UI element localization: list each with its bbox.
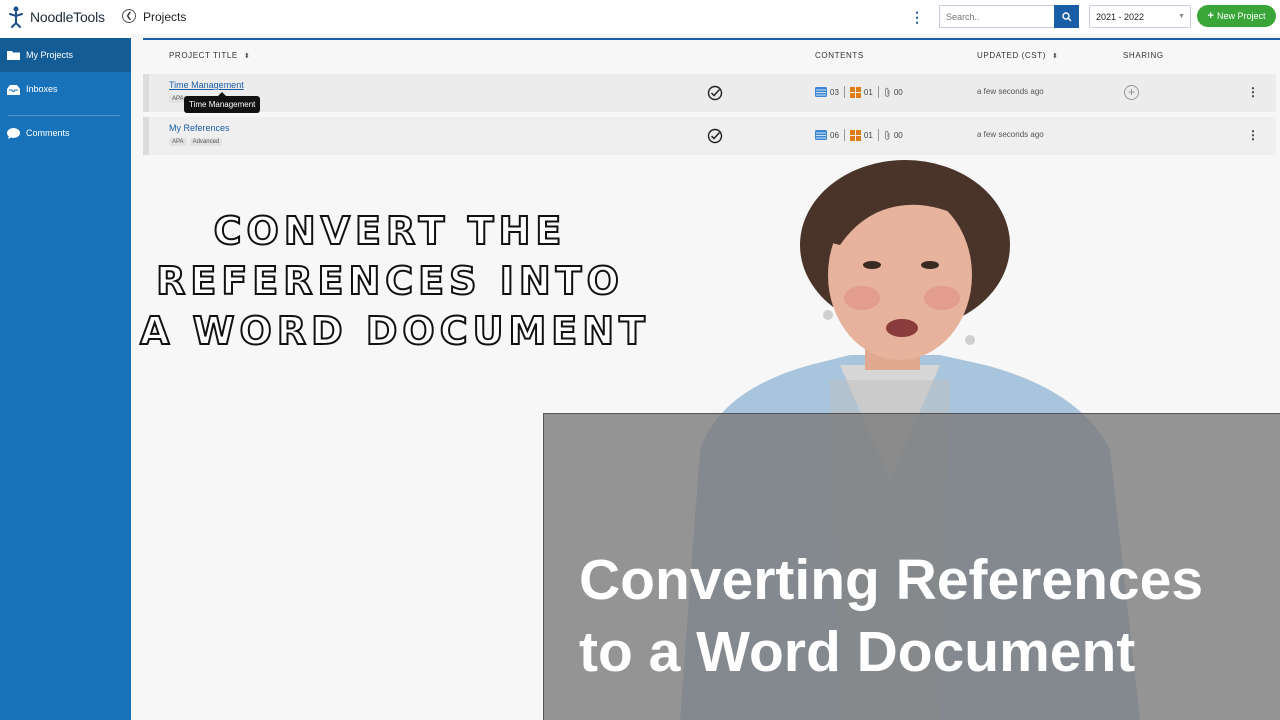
project-contents: 06 01 00 xyxy=(815,129,903,141)
column-header-title[interactable]: PROJECT TITLE ⬍ xyxy=(169,51,250,60)
sources-count: 06 xyxy=(830,130,839,140)
project-tags: APA Advanced xyxy=(169,138,223,146)
more-options-icon[interactable]: ⋮ xyxy=(910,9,924,25)
new-project-button[interactable]: + New Project xyxy=(1197,5,1276,27)
headline-line: CONVERT THE xyxy=(213,208,567,254)
caption-line: Converting References xyxy=(579,548,1204,612)
lower-third-caption: Converting References to a Word Document xyxy=(543,413,1280,720)
updated-time: a few seconds ago xyxy=(977,130,1044,139)
paperclip-icon xyxy=(884,130,890,140)
sidebar-item-my-projects[interactable]: My Projects xyxy=(0,38,131,72)
divider xyxy=(877,86,879,98)
plus-icon: + xyxy=(1207,10,1214,22)
sort-icon[interactable]: ⬍ xyxy=(244,53,250,60)
search-icon xyxy=(1061,11,1071,21)
column-header-label: UPDATED (CST) xyxy=(977,51,1046,60)
column-header-updated[interactable]: UPDATED (CST) ⬍ xyxy=(977,51,1058,60)
divider xyxy=(877,129,879,141)
sidebar-item-label: Inboxes xyxy=(26,84,58,94)
column-header-label: PROJECT TITLE xyxy=(169,51,238,60)
add-share-icon[interactable]: + xyxy=(1124,85,1139,100)
header-divider xyxy=(143,38,1280,40)
divider xyxy=(843,129,845,141)
new-project-label: New Project xyxy=(1216,11,1266,21)
notecards-count: 01 xyxy=(863,130,873,140)
chevron-down-icon: ▼ xyxy=(1178,13,1185,20)
folder-icon xyxy=(6,49,20,61)
notecards-icon xyxy=(849,86,861,98)
app-logo[interactable]: NoodleTools xyxy=(6,4,105,30)
column-header-contents: CONTENTS xyxy=(815,51,864,60)
top-bar: NoodleTools ❮ Projects ⋮ 2021 - 2022 ▼ +… xyxy=(0,0,1280,34)
search-input[interactable] xyxy=(939,5,1055,28)
comment-icon xyxy=(6,127,20,139)
check-circle-icon[interactable] xyxy=(707,128,723,144)
table-row[interactable]: Time Management APA 03 01 00 a few secon… xyxy=(143,74,1276,112)
attachments-count: 00 xyxy=(893,87,903,97)
page-title: Projects xyxy=(143,10,187,24)
row-indicator xyxy=(143,117,149,155)
row-options-icon[interactable]: ⋮ xyxy=(1247,128,1259,142)
row-options-icon[interactable]: ⋮ xyxy=(1247,85,1259,99)
tag-badge: Advanced xyxy=(189,138,223,146)
sources-icon xyxy=(815,130,827,140)
caption-line: to a Word Document xyxy=(579,620,1136,684)
attachments-count: 00 xyxy=(893,130,903,140)
year-select[interactable]: 2021 - 2022 ▼ xyxy=(1089,5,1191,28)
app-name: NoodleTools xyxy=(30,9,105,25)
noodletools-logo-icon xyxy=(9,6,23,28)
inbox-icon xyxy=(6,83,20,95)
notecards-icon xyxy=(849,129,861,141)
headline-line: A WORD DOCUMENT xyxy=(139,308,650,354)
project-title-link[interactable]: My References xyxy=(169,123,230,133)
collapse-sidebar-icon[interactable]: ❮ xyxy=(122,9,136,23)
caption-text: Converting References to a Word Document xyxy=(579,544,1203,688)
paperclip-icon xyxy=(884,87,890,97)
notecards-count: 01 xyxy=(863,87,873,97)
search-button[interactable] xyxy=(1054,5,1079,28)
tooltip: Time Management xyxy=(184,92,261,113)
headline-line: REFERENCES INTO xyxy=(155,258,624,304)
sidebar-item-label: My Projects xyxy=(26,50,74,60)
divider xyxy=(843,86,845,98)
sidebar-item-label: Comments xyxy=(26,128,70,138)
sidebar-item-comments[interactable]: Comments xyxy=(0,116,131,150)
updated-time: a few seconds ago xyxy=(977,87,1044,96)
sources-count: 03 xyxy=(830,87,839,97)
sources-icon xyxy=(815,87,827,97)
sidebar: My Projects Inboxes Comments xyxy=(0,38,131,720)
column-header-sharing: SHARING xyxy=(1123,51,1164,60)
check-circle-icon[interactable] xyxy=(707,85,723,101)
sort-icon[interactable]: ⬍ xyxy=(1052,53,1058,60)
tag-badge: APA xyxy=(169,138,187,146)
project-contents: 03 01 00 xyxy=(815,86,903,98)
row-indicator xyxy=(143,74,149,112)
year-select-value: 2021 - 2022 xyxy=(1096,12,1145,22)
sidebar-item-inboxes[interactable]: Inboxes xyxy=(0,72,131,106)
project-title-link[interactable]: Time Management xyxy=(169,80,244,90)
video-headline: CONVERT THE REFERENCES INTO A WORD DOCUM… xyxy=(139,206,650,356)
